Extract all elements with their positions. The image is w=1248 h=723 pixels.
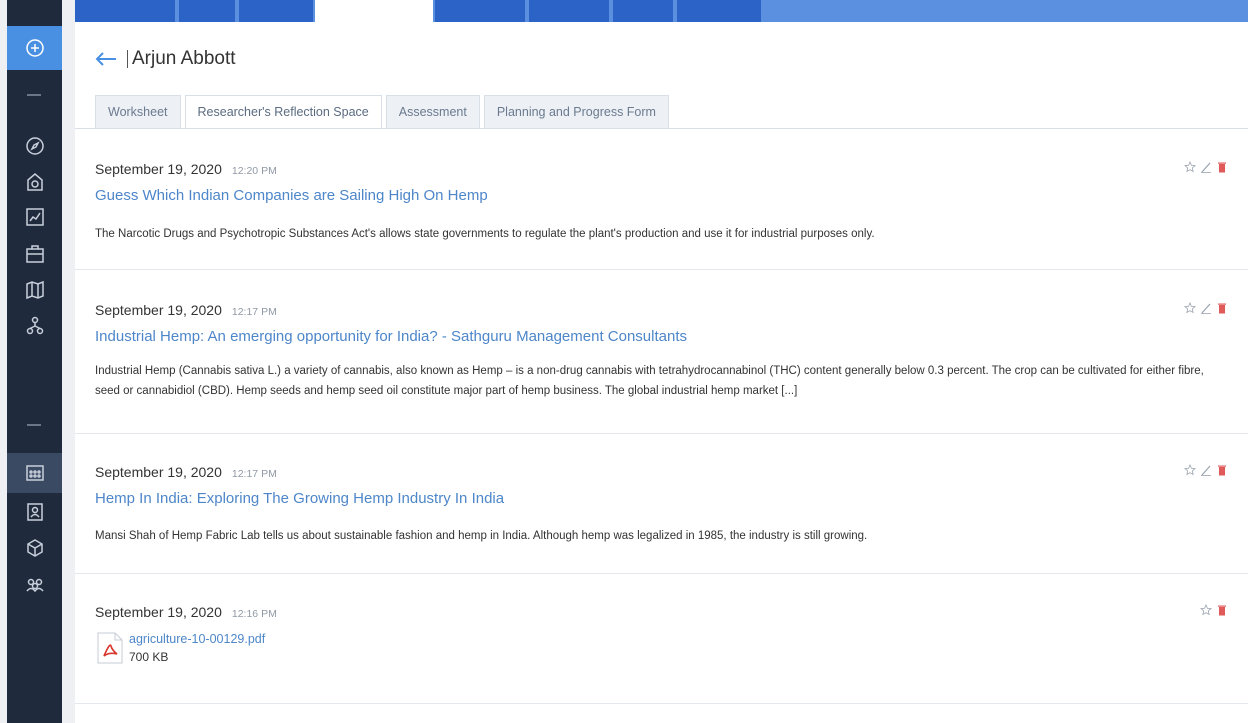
entry-actions: [1184, 302, 1228, 314]
entry-time: 12:17 PM: [231, 468, 277, 480]
left-sidebar: [7, 0, 62, 723]
entry-title-link[interactable]: Industrial Hemp: An emerging opportunity…: [95, 328, 687, 345]
edit-icon[interactable]: [1200, 161, 1212, 173]
file-attachment[interactable]: agriculture-10-00129.pdf 700 KB: [97, 632, 265, 664]
network-icon: [26, 316, 43, 335]
top-tab[interactable]: [75, 0, 175, 22]
users-icon: [25, 578, 44, 593]
compass-icon: [25, 137, 44, 155]
file-name-link[interactable]: agriculture-10-00129.pdf: [129, 632, 265, 646]
title-separator: [127, 50, 128, 68]
list-item: September 19, 2020 12:17 PM Industrial He…: [75, 270, 1248, 434]
sidebar-item-profile-card[interactable]: [7, 492, 62, 532]
sidebar-item-briefcase[interactable]: [7, 234, 62, 274]
top-tab[interactable]: [435, 0, 525, 22]
top-tab[interactable]: [613, 0, 673, 22]
id-card-icon: [26, 503, 43, 521]
cube-icon: [26, 539, 43, 557]
entry-date: September 19, 2020 12:16 PM: [95, 604, 277, 620]
briefcase-icon: [25, 245, 44, 263]
edit-icon[interactable]: [1200, 302, 1212, 314]
entry-description: Industrial Hemp (Cannabis sativa L.) a v…: [95, 365, 1204, 397]
home-icon: [26, 173, 43, 191]
page-header: Arjun Abbott: [95, 48, 236, 70]
star-icon[interactable]: [1184, 302, 1196, 314]
grid-icon: [25, 465, 44, 481]
sidebar-item-grid[interactable]: [7, 453, 62, 493]
star-icon[interactable]: [1200, 604, 1212, 616]
entry-title-link[interactable]: Hemp In India: Exploring The Growing Hem…: [95, 490, 504, 507]
sidebar-item-map[interactable]: [7, 270, 62, 310]
top-tab[interactable]: [179, 0, 235, 22]
pdf-file-icon: [97, 632, 123, 664]
sidebar-item-cube[interactable]: [7, 528, 62, 568]
entry-actions: [1200, 604, 1228, 616]
arrow-left-icon: [95, 52, 116, 66]
sidebar-item-compass[interactable]: [7, 126, 62, 166]
sidebar-divider: [27, 424, 41, 426]
tab-reflection-space[interactable]: Researcher's Reflection Space: [184, 95, 382, 129]
list-item: September 19, 2020 12:20 PM Guess Which I…: [75, 129, 1248, 270]
list-item: September 19, 2020 12:16 PM agriculture-1…: [75, 574, 1248, 704]
add-button[interactable]: [7, 26, 62, 70]
edit-icon[interactable]: [1200, 464, 1212, 476]
entry-actions: [1184, 464, 1228, 476]
top-tab-active[interactable]: [315, 0, 433, 22]
top-tab-bar: [75, 0, 1248, 22]
entry-actions: [1184, 161, 1228, 173]
entry-title-link[interactable]: Guess Which Indian Companies are Sailing…: [95, 187, 488, 204]
entry-list: September 19, 2020 12:20 PM Guess Which I…: [75, 129, 1248, 704]
plus-circle-icon: [25, 39, 44, 57]
entry-time: 12:17 PM: [231, 306, 277, 318]
entry-description: Mansi Shah of Hemp Fabric Lab tells us a…: [95, 530, 868, 542]
entry-description: The Narcotic Drugs and Psychotropic Subs…: [95, 228, 875, 240]
top-tab[interactable]: [239, 0, 313, 22]
entry-date-text: September 19, 2020: [95, 464, 222, 480]
tab-bar: Worksheet Researcher's Reflection Space …: [95, 95, 673, 129]
entry-time: 12:16 PM: [231, 608, 277, 620]
chart-icon: [25, 208, 44, 226]
tab-planning-progress[interactable]: Planning and Progress Form: [483, 95, 669, 129]
sidebar-item-network[interactable]: [7, 306, 62, 346]
map-icon: [25, 280, 44, 300]
file-info: agriculture-10-00129.pdf 700 KB: [129, 632, 265, 664]
top-tab[interactable]: [529, 0, 609, 22]
delete-icon[interactable]: [1216, 604, 1228, 616]
back-button[interactable]: [95, 48, 119, 70]
entry-date: September 19, 2020 12:20 PM: [95, 161, 277, 177]
entry-date-text: September 19, 2020: [95, 161, 222, 177]
star-icon[interactable]: [1184, 161, 1196, 173]
content-card: Arjun Abbott Worksheet Researcher's Refl…: [75, 22, 1248, 723]
entry-date-text: September 19, 2020: [95, 302, 222, 318]
entry-time: 12:20 PM: [231, 165, 277, 177]
sidebar-item-users[interactable]: [7, 565, 62, 605]
entry-date-text: September 19, 2020: [95, 604, 222, 620]
sidebar-divider: [27, 94, 41, 96]
file-size: 700 KB: [129, 650, 169, 664]
delete-icon[interactable]: [1216, 161, 1228, 173]
page-title: Arjun Abbott: [132, 48, 236, 69]
entry-date: September 19, 2020 12:17 PM: [95, 464, 277, 480]
delete-icon[interactable]: [1216, 302, 1228, 314]
entry-date: September 19, 2020 12:17 PM: [95, 302, 277, 318]
list-item: September 19, 2020 12:17 PM Hemp In India…: [75, 434, 1248, 574]
sidebar-item-home[interactable]: [7, 162, 62, 202]
tab-worksheet[interactable]: Worksheet: [95, 95, 181, 129]
delete-icon[interactable]: [1216, 464, 1228, 476]
top-tab[interactable]: [677, 0, 761, 22]
tab-assessment[interactable]: Assessment: [385, 95, 480, 129]
sidebar-item-chart[interactable]: [7, 197, 62, 237]
star-icon[interactable]: [1184, 464, 1196, 476]
